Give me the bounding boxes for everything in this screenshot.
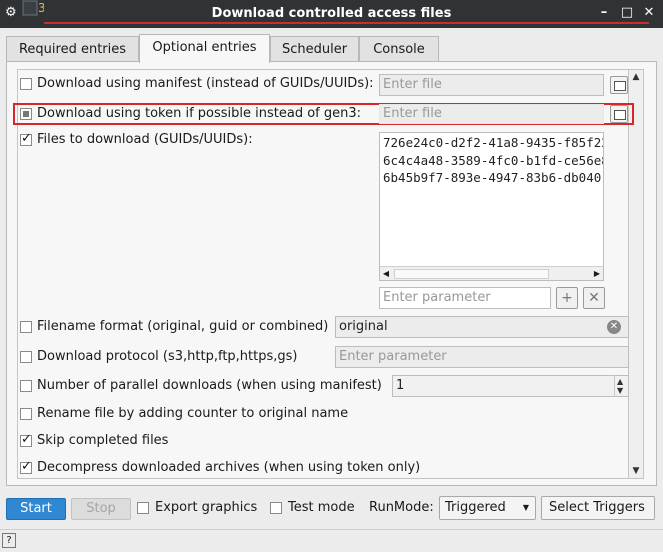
- scroll-thumb[interactable]: [394, 269, 549, 279]
- filename-format-checkbox[interactable]: [20, 321, 32, 333]
- scroll-left-icon[interactable]: ◀: [380, 267, 392, 280]
- parallel-label: Number of parallel downloads (when using…: [37, 378, 382, 393]
- test-mode-checkbox[interactable]: [270, 502, 282, 514]
- spin-down-icon[interactable]: ▼: [617, 386, 623, 395]
- select-triggers-label: Select Triggers: [549, 500, 645, 515]
- status-bar: ?: [0, 529, 663, 552]
- parallel-checkbox[interactable]: [20, 380, 32, 392]
- tab-required-entries[interactable]: Required entries: [6, 36, 139, 62]
- help-icon[interactable]: ?: [2, 533, 16, 548]
- manifest-checkbox[interactable]: [20, 78, 32, 90]
- scroll-right-icon[interactable]: ▶: [591, 267, 603, 280]
- skip-checkbox[interactable]: [20, 432, 32, 447]
- skip-label: Skip completed files: [37, 433, 169, 448]
- manifest-file-input[interactable]: Enter file: [379, 74, 604, 96]
- window-titlebar: ⚙ 3 Download controlled access files – □…: [0, 0, 663, 28]
- files-checkbox[interactable]: [20, 131, 32, 146]
- minimize-icon[interactable]: –: [596, 5, 612, 21]
- tab-label: Scheduler: [281, 42, 348, 57]
- filename-format-input[interactable]: original: [335, 316, 629, 338]
- export-graphics-checkbox[interactable]: [137, 502, 149, 514]
- horizontal-scrollbar[interactable]: ◀ ▶: [380, 266, 603, 280]
- close-icon[interactable]: ✕: [641, 5, 657, 21]
- maximize-icon[interactable]: □: [619, 5, 635, 21]
- tab-label: Console: [373, 42, 425, 57]
- scroll-down-icon[interactable]: ▼: [629, 464, 643, 478]
- tab-optional-entries[interactable]: Optional entries: [139, 34, 270, 63]
- folder-icon[interactable]: [610, 105, 628, 123]
- decompress-checkbox[interactable]: [20, 459, 32, 474]
- chevron-down-icon: ▼: [522, 503, 529, 512]
- protocol-input[interactable]: Enter parameter: [335, 346, 629, 368]
- scroll-up-icon[interactable]: ▲: [629, 70, 643, 84]
- parallel-spinbox[interactable]: 1: [392, 375, 629, 397]
- runmode-select[interactable]: Triggered ▼: [439, 496, 536, 520]
- parameter-input[interactable]: Enter parameter: [379, 287, 551, 309]
- list-item[interactable]: 726e24c0-d2f2-41a8-9435-f85f22: [383, 135, 603, 150]
- list-item[interactable]: 6c4c4a48-3589-4fc0-b1fd-ce56e8: [383, 153, 603, 168]
- tab-scheduler[interactable]: Scheduler: [270, 36, 359, 62]
- protocol-checkbox[interactable]: [20, 351, 32, 363]
- token-file-input[interactable]: Enter file: [379, 104, 604, 124]
- title-accent-line: [44, 22, 649, 24]
- window-title: Download controlled access files: [211, 6, 452, 21]
- stop-button[interactable]: Stop: [71, 498, 131, 520]
- test-mode-label: Test mode: [288, 500, 355, 515]
- filename-format-label: Filename format (original, guid or combi…: [37, 319, 329, 334]
- runmode-label: RunMode:: [369, 500, 434, 515]
- start-button[interactable]: Start: [6, 498, 66, 520]
- select-triggers-button[interactable]: Select Triggers: [541, 496, 655, 520]
- manifest-label: Download using manifest (instead of GUID…: [37, 76, 374, 91]
- clear-icon[interactable]: ✕: [607, 320, 621, 334]
- tab-label: Optional entries: [152, 40, 257, 55]
- vertical-scrollbar[interactable]: ▲ ▼: [629, 69, 644, 479]
- protocol-label: Download protocol (s3,http,ftp,https,gs): [37, 349, 298, 364]
- remove-item-icon[interactable]: ✕: [583, 287, 605, 309]
- decompress-label: Decompress downloaded archives (when usi…: [37, 460, 421, 475]
- export-graphics-label: Export graphics: [155, 500, 258, 515]
- rename-label: Rename file by adding counter to origina…: [37, 406, 349, 421]
- add-item-icon[interactable]: +: [556, 287, 578, 309]
- spin-up-icon[interactable]: ▲: [617, 377, 623, 386]
- rename-checkbox[interactable]: [20, 408, 32, 420]
- token-checkbox[interactable]: [20, 108, 32, 120]
- runmode-value: Triggered: [445, 500, 506, 515]
- tab-console[interactable]: Console: [359, 36, 439, 62]
- spinbox-arrows[interactable]: ▲ ▼: [614, 375, 628, 397]
- list-item[interactable]: 6b45b9f7-893e-4947-83b6-db040: [383, 170, 601, 185]
- token-label: Download using token if possible instead…: [37, 106, 362, 121]
- guid-list[interactable]: 726e24c0-d2f2-41a8-9435-f85f22 6c4c4a48-…: [379, 132, 604, 281]
- files-label: Files to download (GUIDs/UUIDs):: [37, 132, 253, 147]
- tab-label: Required entries: [18, 42, 127, 57]
- folder-icon[interactable]: [610, 76, 628, 94]
